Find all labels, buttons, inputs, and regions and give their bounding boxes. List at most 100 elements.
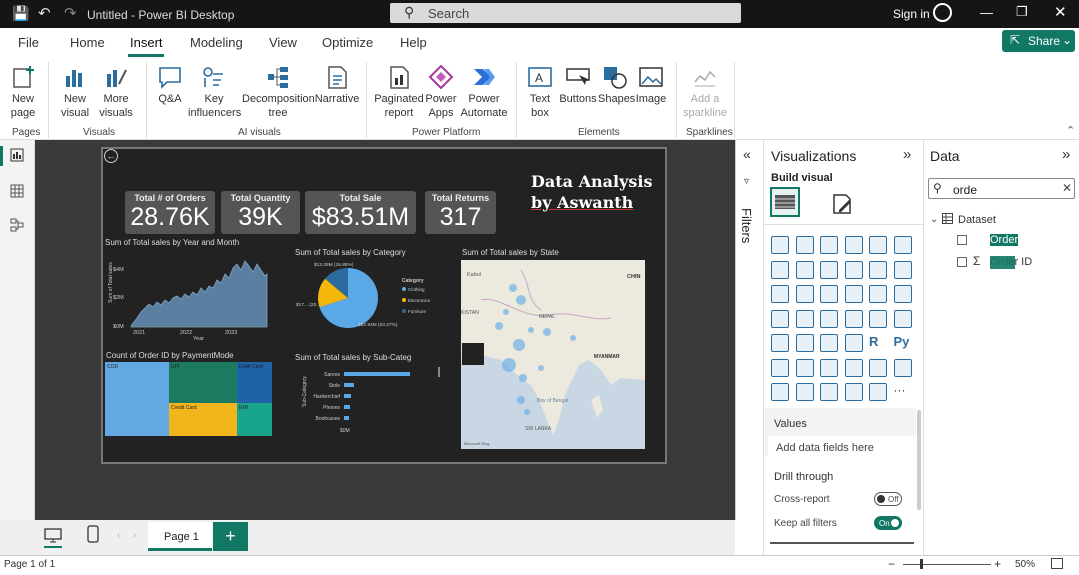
kpi-card-orders[interactable]: Total # of Orders 28.76K [125,191,215,234]
paginated-visual-icon[interactable] [893,358,912,377]
line-stacked-column-visual-icon[interactable] [844,260,863,279]
mobile-layout-icon[interactable] [87,525,99,543]
power-automate-button[interactable]: Power Automate [458,64,510,120]
redo-icon[interactable]: ↷ [64,4,77,22]
search-box[interactable]: ⚲ Search [390,3,741,23]
kpi-card-sales[interactable]: Total Sale $83.51M [305,191,416,234]
menu-view[interactable]: View [269,35,297,50]
sign-in-link[interactable]: Sign in [893,7,930,21]
area-visual-icon[interactable] [795,260,814,279]
kpi-card-returns[interactable]: Total Returns 317 [425,191,496,234]
cross-report-toggle[interactable]: Off [874,492,902,506]
decomposition-tree-visual-icon[interactable] [795,358,814,377]
previous-page-icon[interactable]: ‹ [117,530,120,540]
add-sparkline-button[interactable]: Add a sparkline [680,64,730,120]
filters-pane[interactable]: « ▿ Filters [735,140,763,555]
keep-filters-toggle[interactable]: On [874,516,902,530]
treemap-visual-icon[interactable] [893,285,912,303]
dataset-name[interactable]: Dataset [958,214,996,226]
table-visual-icon[interactable] [820,334,838,352]
table-view-icon[interactable] [10,184,24,198]
line-clustered-column-visual-icon[interactable] [869,260,887,279]
zoom-slider-thumb[interactable] [920,559,923,569]
power-apps-button[interactable]: Power Apps [424,64,458,120]
slicer-visual-icon[interactable] [795,334,814,352]
shapes-button[interactable]: Shapes [598,64,635,106]
stacked-area-visual-icon[interactable] [820,260,838,279]
collapse-pane-icon[interactable]: » [1062,146,1070,163]
add-data-fields-dropzone[interactable]: Add data fields here [768,436,916,460]
more-visual-icon[interactable]: ··· [894,383,912,401]
zoom-in-icon[interactable]: + [994,557,1001,571]
gauge-visual-icon[interactable] [844,309,863,328]
data-search-input[interactable]: ⚲ orde ✕ [928,178,1075,199]
collapse-ribbon-icon[interactable]: ⌃ [1066,124,1075,137]
text-box-button[interactable]: A Text box [522,64,558,120]
menu-home[interactable]: Home [70,35,105,50]
area-chart[interactable]: Sum of Total sales $4M $2M $0M 2021 2022… [103,250,273,342]
clear-search-icon[interactable]: ✕ [1062,181,1072,195]
new-page-button[interactable]: New page [4,64,42,120]
treemap-cell-emi[interactable]: EMI [237,403,272,436]
save-icon[interactable]: 💾 [12,5,29,22]
key-influencers-button[interactable]: Key influencers [188,64,241,120]
key-influencers-visual-icon[interactable] [771,358,789,377]
treemap[interactable]: COD UPI Debit Card Credit Card EMI [105,362,272,436]
pie-visual-icon[interactable] [844,285,863,303]
100pct-column-visual-icon[interactable] [893,236,912,254]
scatter-visual-icon[interactable] [820,285,838,303]
stacked-column-visual-icon[interactable] [795,236,814,254]
treemap-cell-upi[interactable]: UPI [169,362,237,403]
menu-insert[interactable]: Insert [130,35,163,50]
tab-page-1[interactable]: Page 1 [148,522,212,551]
power-automate-visual-icon[interactable] [795,383,814,401]
azure-map-visual-icon[interactable] [820,309,838,328]
kpi-card-quantity[interactable]: Total Quantity 39K [221,191,300,234]
r-script-visual-icon[interactable]: R [869,334,887,352]
undo-icon[interactable]: ↶ [38,4,51,22]
funnel-visual-icon[interactable] [795,285,814,303]
map-visual[interactable]: Kabul CHIN KISTAN NEPAL MYANMAR Bay of B… [461,260,645,449]
line-visual-icon[interactable] [771,260,789,279]
back-arrow-icon[interactable]: ← [104,149,118,163]
100pct-bar-visual-icon[interactable] [869,236,887,254]
narrative-visual-icon[interactable] [844,358,863,377]
custom-a-visual-icon[interactable] [820,383,838,401]
python-visual-icon[interactable]: Py [894,334,912,352]
report-view-icon[interactable] [10,148,24,162]
field-checkbox[interactable] [957,235,967,245]
menu-modeling[interactable]: Modeling [190,35,243,50]
custom-b-visual-icon[interactable] [844,383,863,401]
multi-row-card-visual-icon[interactable] [893,309,912,328]
decomposition-tree-button[interactable]: Decomposition tree [242,64,315,120]
narrative-button[interactable]: Narrative [314,64,360,106]
power-apps-visual-icon[interactable] [771,383,789,401]
paginated-report-button[interactable]: Paginated report [372,64,426,120]
share-button[interactable]: ⇱ Share ⌄ [1002,30,1075,52]
menu-file[interactable]: File [18,35,39,50]
fit-to-page-icon[interactable] [1051,558,1063,569]
minimize-icon[interactable]: — [980,5,993,20]
menu-help[interactable]: Help [400,35,427,50]
zoom-out-icon[interactable]: − [888,557,895,571]
qa-button[interactable]: Q&A [154,64,186,106]
restore-icon[interactable]: ❐ [1016,4,1028,20]
bar-chart[interactable]: Sub-Category Sarees Stole Hankerchief Ph… [292,365,447,437]
close-icon[interactable]: ✕ [1054,3,1067,21]
goals-visual-icon[interactable] [869,358,887,377]
field-order[interactable]: Order [990,234,1019,246]
treemap-cell-debit-card[interactable]: Debit Card [237,362,272,403]
build-visual-tab[interactable] [770,187,800,217]
expand-filters-icon[interactable]: « [743,146,751,162]
avatar-icon[interactable] [933,3,952,22]
buttons-button[interactable]: Buttons [558,64,598,106]
qa-visual-icon[interactable] [820,358,838,377]
kpi-visual-icon[interactable] [771,334,789,352]
next-page-icon[interactable]: › [133,530,136,540]
model-view-icon[interactable] [10,218,24,232]
zoom-slider-track[interactable] [903,564,991,565]
custom-c-visual-icon[interactable] [869,383,887,401]
collapse-pane-icon[interactable]: » [903,146,911,163]
clustered-column-visual-icon[interactable] [844,236,863,254]
card-visual-icon[interactable] [869,309,887,328]
